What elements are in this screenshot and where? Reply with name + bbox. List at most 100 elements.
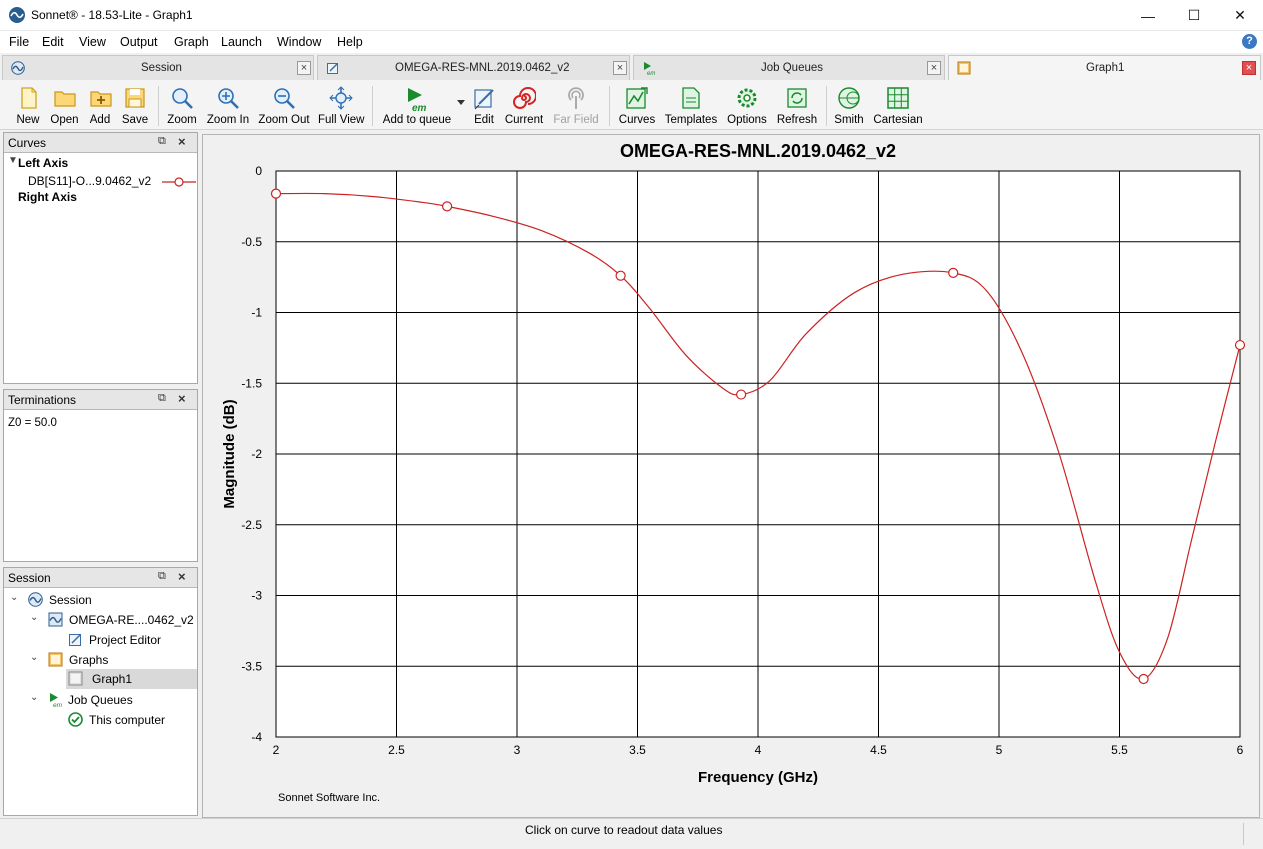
float-panel-icon[interactable]: ⧉	[158, 392, 166, 405]
data-point-marker[interactable]	[442, 201, 453, 212]
open-label: Open	[50, 114, 79, 126]
tab-job-queues-close-button[interactable]: ×	[927, 61, 941, 75]
zoom-out-button[interactable]: Zoom Out	[258, 84, 310, 128]
minimize-button[interactable]: —	[1125, 0, 1171, 31]
sonnet-wave-icon	[28, 592, 43, 607]
menu-graph[interactable]: Graph	[174, 35, 209, 49]
far-field-button[interactable]: Far Field	[552, 84, 600, 128]
options-button[interactable]: Options	[725, 84, 769, 128]
tree-this-computer-label: This computer	[89, 713, 166, 727]
data-point-marker[interactable]	[948, 267, 959, 278]
menu-edit[interactable]: Edit	[42, 35, 64, 49]
maximize-button[interactable]: ☐	[1171, 0, 1217, 31]
tree-project-editor-label: Project Editor	[89, 633, 162, 647]
tab-graph1[interactable]: Graph1 ×	[948, 55, 1261, 80]
menu-window[interactable]: Window	[277, 35, 321, 49]
tree-item-job-queues[interactable]: ⌄ em Job Queues	[30, 690, 195, 710]
templates-button[interactable]: Templates	[664, 84, 718, 128]
new-file-icon	[21, 87, 37, 109]
x-tick-label: 3	[514, 743, 521, 757]
tab-project[interactable]: OMEGA-RES-MNL.2019.0462_v2 ×	[317, 55, 630, 80]
s11-magnitude-chart[interactable]: 2 2.5 3 3.5 4 4.5 5 5.5 6 0 -0.5 -1 -1.5 -2 -2.5 -3 -3.…	[203, 135, 1259, 817]
tab-project-close-button[interactable]: ×	[613, 61, 627, 75]
new-button[interactable]: New	[13, 84, 43, 128]
add-button[interactable]: Add	[86, 84, 114, 128]
chevron-down-icon[interactable]: ⌄	[30, 692, 38, 703]
full-view-button[interactable]: Full View	[318, 84, 364, 128]
cartesian-button[interactable]: Cartesian	[872, 84, 924, 128]
z0-value: Z0 = 50.0	[8, 417, 57, 429]
add-folder-icon	[90, 91, 112, 107]
x-tick-label: 3.5	[629, 743, 646, 757]
chart-title: OMEGA-RES-MNL.2019.0462_v2	[620, 141, 896, 161]
help-icon[interactable]: ?	[1242, 34, 1257, 49]
session-panel-header: Session ⧉ ×	[4, 568, 197, 588]
right-axis-node[interactable]: Right Axis	[18, 187, 188, 207]
refresh-button[interactable]: Refresh	[776, 84, 818, 128]
terminations-panel-header: Terminations ⧉ ×	[4, 390, 197, 410]
add-to-queue-button[interactable]: em Add to queue	[382, 84, 452, 128]
tab-project-label: OMEGA-RES-MNL.2019.0462_v2	[395, 62, 570, 74]
close-panel-icon[interactable]: ×	[178, 134, 186, 149]
sonnet-wave-icon	[48, 612, 63, 627]
add-to-queue-dropdown[interactable]	[457, 84, 465, 128]
chevron-down-icon[interactable]: ▼	[8, 155, 18, 166]
menu-launch[interactable]: Launch	[221, 35, 262, 49]
edit-button[interactable]: Edit	[470, 84, 498, 128]
curves-button[interactable]: Curves	[617, 84, 657, 128]
resize-grip[interactable]	[1243, 823, 1257, 845]
y-tick-label: -3.5	[241, 659, 262, 673]
svg-text:em: em	[647, 71, 655, 75]
menu-output[interactable]: Output	[120, 35, 158, 49]
tree-item-project[interactable]: ⌄ OMEGA-RE....0462_v2	[30, 610, 195, 630]
float-panel-icon[interactable]: ⧉	[158, 135, 166, 148]
tab-session[interactable]: Session ×	[2, 55, 314, 80]
chevron-down-icon[interactable]: ⌄	[30, 612, 38, 623]
float-panel-icon[interactable]: ⧉	[158, 570, 166, 583]
zoom-in-label: Zoom In	[206, 114, 250, 126]
tab-graph1-close-button[interactable]: ×	[1242, 61, 1256, 75]
graph-canvas[interactable]: 2 2.5 3 3.5 4 4.5 5 5.5 6 0 -0.5 -1 -1.5 -2 -2.5 -3 -3.…	[202, 134, 1260, 818]
tab-job-queues-label: Job Queues	[761, 62, 824, 74]
x-tick-label: 6	[1237, 743, 1244, 757]
y-tick-label: -2.5	[241, 518, 262, 532]
cartesian-grid-icon	[887, 87, 909, 109]
current-button[interactable]: Current	[503, 84, 545, 128]
data-point-marker[interactable]	[615, 270, 626, 281]
close-window-button[interactable]: ✕	[1217, 0, 1263, 31]
x-tick-label: 2	[273, 743, 280, 757]
curves-icon	[626, 87, 648, 109]
tab-job-queues[interactable]: em Job Queues ×	[633, 55, 945, 80]
left-axis-node[interactable]: ▼ Left Axis	[8, 153, 198, 173]
tab-session-close-button[interactable]: ×	[297, 61, 311, 75]
session-panel: Session ⧉ × ⌄ Session ⌄ OMEGA-RE....0462…	[3, 567, 198, 816]
tree-item-graph1[interactable]: Graph1	[66, 669, 197, 689]
add-to-queue-label: Add to queue	[382, 114, 452, 126]
x-tick-label: 5	[996, 743, 1003, 757]
zoom-in-button[interactable]: Zoom In	[206, 84, 250, 128]
zoom-button[interactable]: Zoom	[166, 84, 198, 128]
menu-view[interactable]: View	[79, 35, 106, 49]
tree-item-session[interactable]: ⌄ Session	[10, 590, 195, 610]
chevron-down-icon[interactable]: ⌄	[30, 652, 38, 663]
templates-label: Templates	[664, 114, 718, 126]
tree-item-project-editor[interactable]: Project Editor	[68, 630, 193, 650]
close-panel-icon[interactable]: ×	[178, 391, 186, 406]
smith-button[interactable]: Smith	[832, 84, 866, 128]
y-axis-label: Magnitude (dB)	[221, 399, 238, 508]
save-button[interactable]: Save	[120, 84, 150, 128]
far-field-antenna-icon	[568, 87, 584, 109]
tree-project-label: OMEGA-RE....0462_v2	[69, 613, 194, 627]
data-point-marker[interactable]	[736, 389, 747, 400]
data-point-marker[interactable]	[270, 188, 282, 199]
data-point-marker[interactable]	[1138, 673, 1149, 685]
close-panel-icon[interactable]: ×	[178, 569, 186, 584]
tree-item-this-computer[interactable]: This computer	[68, 710, 193, 730]
tree-item-graphs[interactable]: ⌄ Graphs	[30, 650, 195, 670]
menu-help[interactable]: Help	[337, 35, 363, 49]
tree-graphs-label: Graphs	[69, 653, 109, 667]
data-point-marker[interactable]	[1234, 339, 1246, 351]
chevron-down-icon[interactable]: ⌄	[10, 592, 18, 603]
open-button[interactable]: Open	[48, 84, 81, 128]
menu-file[interactable]: File	[9, 35, 29, 49]
